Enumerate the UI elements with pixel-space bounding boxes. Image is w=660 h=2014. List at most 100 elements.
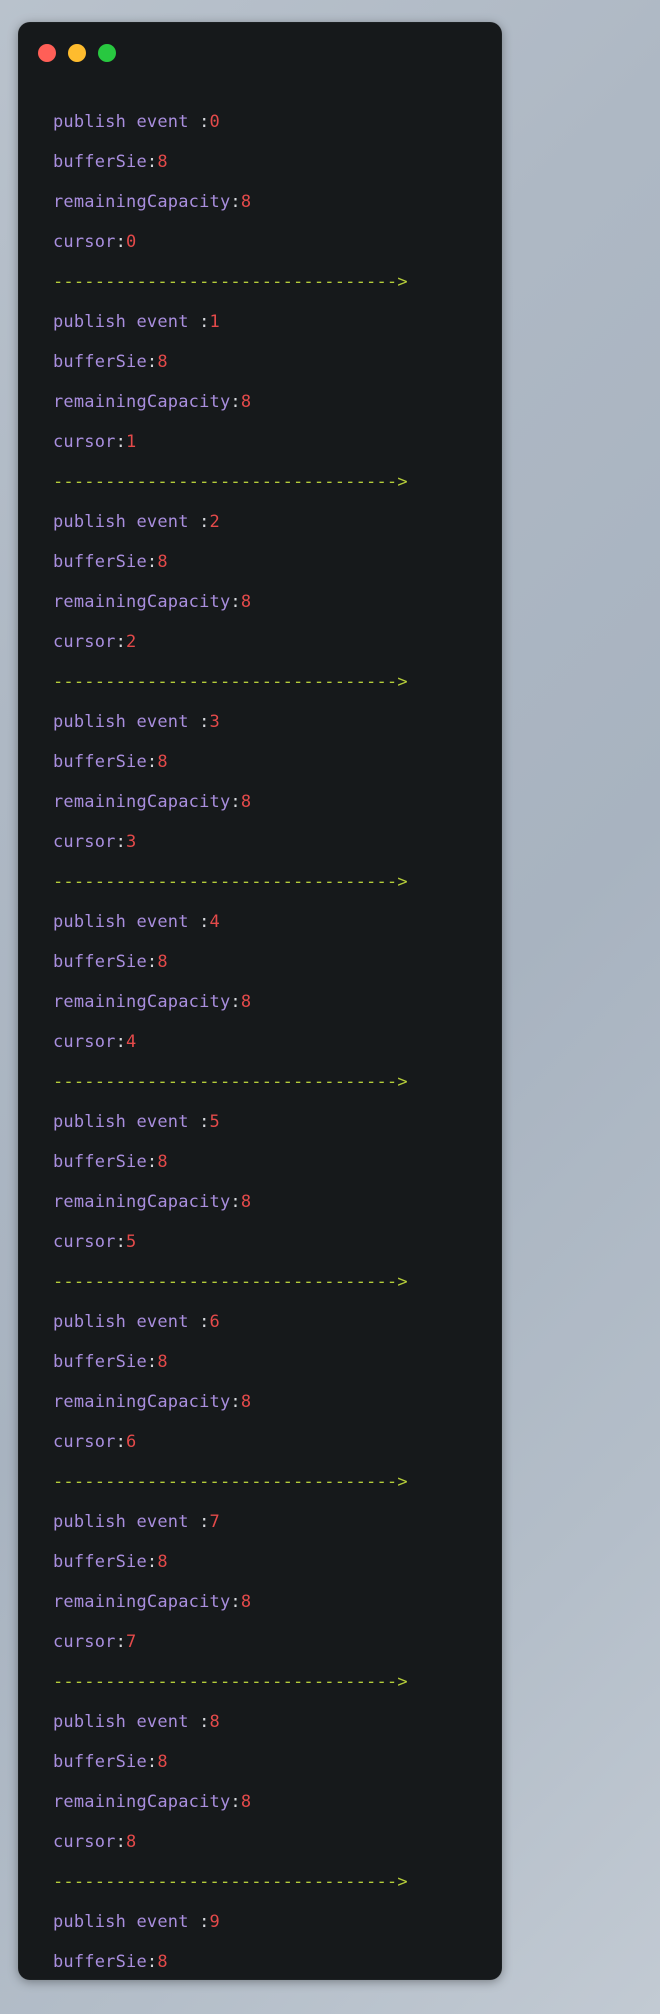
cursor-line-value: 6	[126, 1432, 137, 1452]
close-button[interactable]	[38, 44, 56, 62]
terminal-log-output[interactable]: publish event :0 bufferSie:8 remainingCapa…	[18, 80, 502, 1980]
remaining-capacity-line-label: remainingCapacity	[53, 392, 231, 412]
log-block: publish event :6 bufferSie:8 remainingCapa…	[53, 1302, 502, 1502]
buffer-size-line: bufferSie:8	[53, 942, 502, 982]
maximize-button[interactable]	[98, 44, 116, 62]
cursor-line: cursor:8	[53, 1822, 502, 1862]
colon-separator: :	[230, 1192, 241, 1212]
cursor-line-label: cursor	[53, 1032, 116, 1052]
remaining-capacity-line: remainingCapacity:8	[53, 782, 502, 822]
publish-event-line-label: publish event	[53, 512, 200, 532]
buffer-size-line: bufferSie:8	[53, 542, 502, 582]
buffer-size-line-label: bufferSie	[53, 1952, 147, 1972]
remaining-capacity-line-label: remainingCapacity	[53, 592, 231, 612]
minimize-button[interactable]	[68, 44, 86, 62]
buffer-size-line-label: bufferSie	[53, 1552, 147, 1572]
publish-event-line-value: 6	[209, 1312, 220, 1332]
publish-event-line-label: publish event	[53, 112, 200, 132]
colon-separator: :	[230, 1592, 241, 1612]
publish-event-line: publish event :2	[53, 502, 502, 542]
remaining-capacity-line-label: remainingCapacity	[53, 1792, 231, 1812]
cursor-line-label: cursor	[53, 1832, 116, 1852]
cursor-line: cursor:3	[53, 822, 502, 862]
cursor-line-value: 7	[126, 1632, 137, 1652]
colon-separator: :	[146, 1752, 158, 1772]
remaining-capacity-line-value: 8	[240, 592, 252, 612]
block-separator-line: --------------------------------->	[53, 1272, 408, 1292]
block-separator-line: --------------------------------->	[53, 1672, 408, 1692]
cursor-line: cursor:0	[53, 222, 502, 262]
colon-separator: :	[146, 1952, 158, 1972]
block-separator-line: --------------------------------->	[53, 1872, 408, 1892]
block-separator-line: --------------------------------->	[53, 672, 408, 692]
buffer-size-line-label: bufferSie	[53, 1352, 147, 1372]
publish-event-line-label: publish event	[53, 912, 200, 932]
buffer-size-line-label: bufferSie	[53, 952, 147, 972]
remaining-capacity-line-value: 8	[240, 792, 252, 812]
buffer-size-line: bufferSie:8	[53, 1742, 502, 1782]
colon-separator: :	[199, 1312, 210, 1332]
buffer-size-line-value: 8	[157, 1152, 168, 1172]
remaining-capacity-line-label: remainingCapacity	[53, 192, 231, 212]
log-block: publish event :8 bufferSie:8 remainingCapa…	[53, 1702, 502, 1902]
colon-separator: :	[230, 992, 241, 1012]
buffer-size-line: bufferSie:8	[53, 342, 502, 382]
colon-separator: :	[230, 792, 241, 812]
colon-separator: :	[146, 352, 158, 372]
publish-event-line: publish event :5	[53, 1102, 502, 1142]
colon-separator: :	[115, 632, 127, 652]
publish-event-line-label: publish event	[53, 312, 200, 332]
cursor-line: cursor:5	[53, 1222, 502, 1262]
buffer-size-line-value: 8	[157, 352, 168, 372]
colon-separator: :	[146, 1152, 158, 1172]
cursor-line: cursor:1	[53, 422, 502, 462]
remaining-capacity-line: remainingCapacity:8	[53, 1382, 502, 1422]
cursor-line-label: cursor	[53, 432, 116, 452]
cursor-line-label: cursor	[53, 232, 116, 252]
log-block: publish event :1 bufferSie:8 remainingCapa…	[53, 302, 502, 502]
buffer-size-line: bufferSie:8	[53, 142, 502, 182]
colon-separator: :	[146, 552, 158, 572]
remaining-capacity-line-label: remainingCapacity	[53, 792, 231, 812]
block-separator-line: --------------------------------->	[53, 272, 408, 292]
cursor-line-label: cursor	[53, 1232, 116, 1252]
cursor-line: cursor:2	[53, 622, 502, 662]
colon-separator: :	[230, 592, 241, 612]
cursor-line-value: 4	[126, 1032, 137, 1052]
publish-event-line-value: 4	[209, 912, 220, 932]
colon-separator: :	[230, 392, 241, 412]
remaining-capacity-line-value: 8	[240, 1592, 252, 1612]
buffer-size-line: bufferSie:8	[53, 1342, 502, 1382]
block-separator-line: --------------------------------->	[53, 1072, 408, 1092]
colon-separator: :	[199, 1112, 210, 1132]
remaining-capacity-line-label: remainingCapacity	[53, 1192, 231, 1212]
cursor-line-label: cursor	[53, 832, 116, 852]
terminal-window: publish event :0 bufferSie:8 remainingCapa…	[18, 22, 502, 1980]
publish-event-line-label: publish event	[53, 1312, 200, 1332]
cursor-line-value: 8	[126, 1832, 137, 1852]
remaining-capacity-line: remainingCapacity:8	[53, 382, 502, 422]
publish-event-line: publish event :4	[53, 902, 502, 942]
publish-event-line-value: 1	[209, 312, 220, 332]
log-block: publish event :5 bufferSie:8 remainingCapa…	[53, 1102, 502, 1302]
buffer-size-line-value: 8	[157, 1552, 168, 1572]
publish-event-line: publish event :3	[53, 702, 502, 742]
remaining-capacity-line-label: remainingCapacity	[53, 1592, 231, 1612]
log-block: publish event :4 bufferSie:8 remainingCapa…	[53, 902, 502, 1102]
colon-separator: :	[115, 1632, 127, 1652]
buffer-size-line: bufferSie:8	[53, 1542, 502, 1582]
colon-separator: :	[115, 1832, 127, 1852]
colon-separator: :	[230, 1792, 241, 1812]
colon-separator: :	[199, 312, 210, 332]
remaining-capacity-line: remainingCapacity:8	[53, 182, 502, 222]
remaining-capacity-line-value: 8	[240, 392, 252, 412]
colon-separator: :	[199, 512, 210, 532]
publish-event-line: publish event :0	[53, 102, 502, 142]
buffer-size-line-label: bufferSie	[53, 552, 147, 572]
colon-separator: :	[115, 1232, 127, 1252]
publish-event-line-value: 0	[209, 112, 220, 132]
cursor-line-value: 2	[126, 632, 137, 652]
log-block: publish event :0 bufferSie:8 remainingCapa…	[53, 102, 502, 302]
colon-separator: :	[115, 432, 127, 452]
buffer-size-line-value: 8	[157, 1352, 168, 1372]
